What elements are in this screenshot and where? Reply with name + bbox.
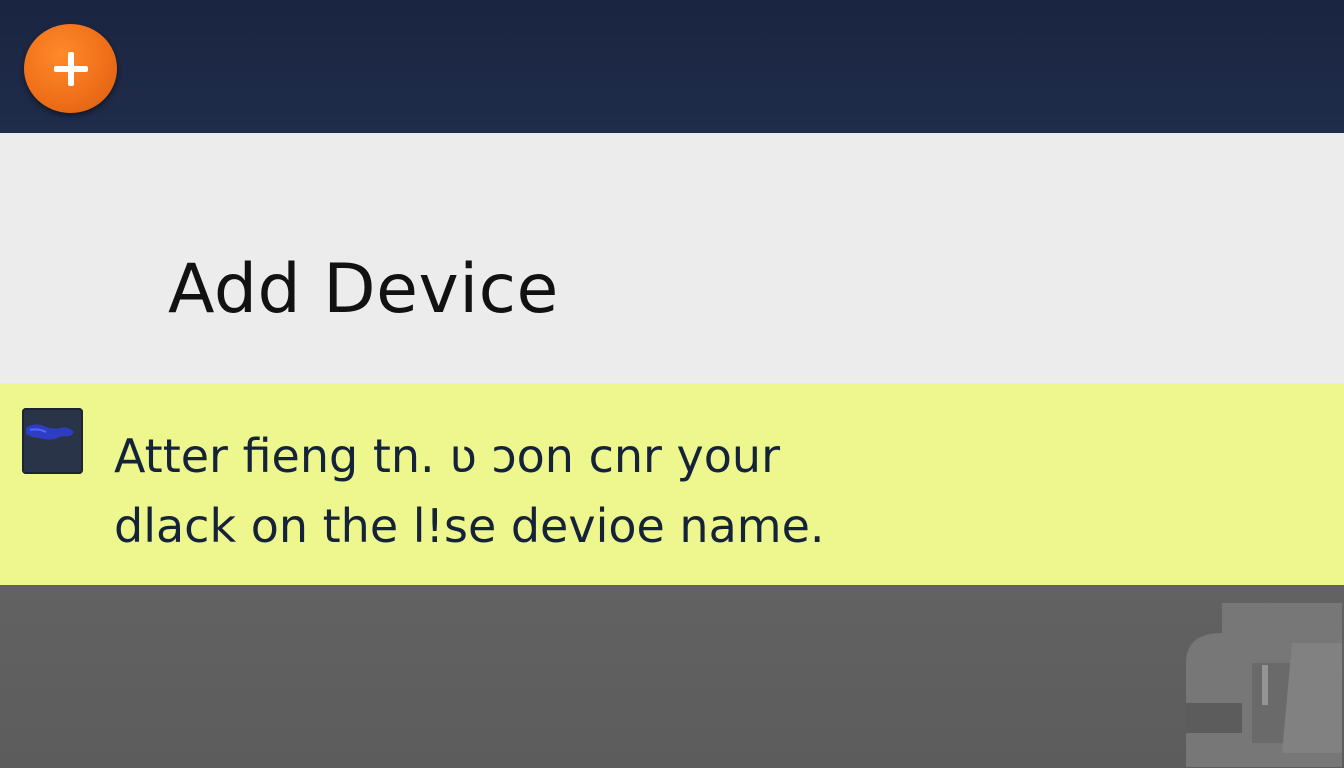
instruction-line-2: dlack on the l!se devioe name. bbox=[114, 499, 825, 553]
title-section: Add Device bbox=[0, 133, 1344, 383]
page-title: Add Device bbox=[168, 250, 559, 329]
device-silhouette-icon bbox=[1182, 603, 1342, 767]
instruction-text: Atter fieng tn. ʋ ɔon cnr your dlack on … bbox=[114, 421, 1214, 561]
device-list-area bbox=[0, 585, 1344, 768]
instruction-line-1: Atter fieng tn. ʋ ɔon cnr your bbox=[114, 429, 780, 483]
top-app-bar bbox=[0, 0, 1344, 133]
add-button[interactable] bbox=[24, 24, 117, 113]
instruction-banner: Atter fieng tn. ʋ ɔon cnr your dlack on … bbox=[0, 383, 1344, 585]
plus-icon bbox=[53, 51, 88, 86]
device-thumbnail-icon bbox=[22, 408, 83, 474]
